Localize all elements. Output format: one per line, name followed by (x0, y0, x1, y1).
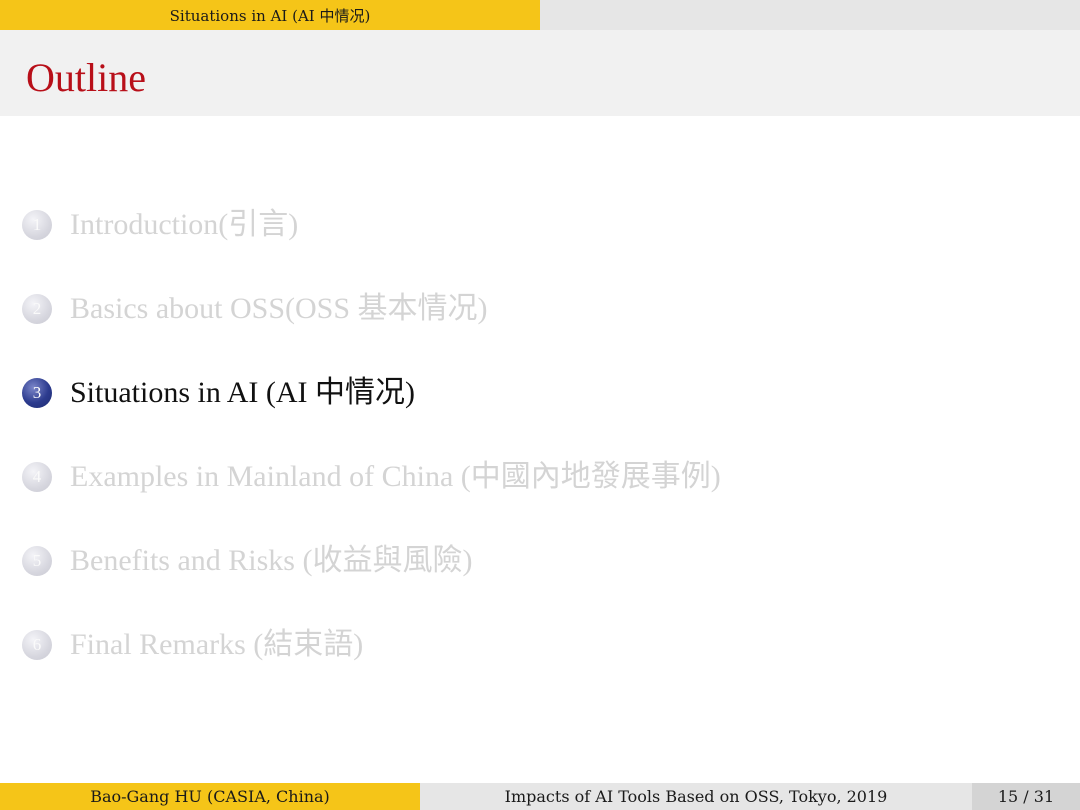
outline-item-label: Benefits and Risks (收益與風險) (70, 544, 473, 577)
outline-item-label: Examples in Mainland of China (中國內地發展事例) (70, 460, 721, 493)
footer-page-number: 15 / 31 (972, 783, 1080, 810)
outline-item-label: Introduction(引言) (70, 208, 299, 241)
outline-item-label: Situations in AI (AI 中情况) (70, 376, 415, 409)
outline-item-introduction[interactable]: 1 Introduction(引言) (22, 205, 298, 245)
current-section-label[interactable]: Situations in AI (AI 中情况) (0, 0, 540, 30)
section-number-ball: 3 (22, 378, 52, 408)
section-number-ball: 4 (22, 462, 52, 492)
outline-item-final-remarks[interactable]: 6 Final Remarks (結束語) (22, 625, 363, 665)
frame-title: Outline (26, 55, 146, 100)
section-number-ball: 5 (22, 546, 52, 576)
headline-bar: Situations in AI (AI 中情况) (0, 0, 1080, 30)
section-number-ball: 2 (22, 294, 52, 324)
footline-bar: Bao-Gang HU (CASIA, China) Impacts of AI… (0, 783, 1080, 810)
outline-item-benefits-risks[interactable]: 5 Benefits and Risks (收益與風險) (22, 541, 472, 581)
outline-item-label: Final Remarks (結束語) (70, 628, 364, 661)
footer-author: Bao-Gang HU (CASIA, China) (0, 783, 420, 810)
outline-item-examples-china[interactable]: 4 Examples in Mainland of China (中國內地發展事… (22, 457, 721, 497)
outline-item-label: Basics about OSS(OSS 基本情况) (70, 292, 488, 325)
outline-item-situations-ai[interactable]: 3 Situations in AI (AI 中情况) (22, 373, 415, 413)
footer-talk-title: Impacts of AI Tools Based on OSS, Tokyo,… (420, 783, 972, 810)
outline-item-basics-oss[interactable]: 2 Basics about OSS(OSS 基本情况) (22, 289, 488, 329)
frame-title-bar: Outline (0, 30, 1080, 116)
section-number-ball: 1 (22, 210, 52, 240)
section-number-ball: 6 (22, 630, 52, 660)
